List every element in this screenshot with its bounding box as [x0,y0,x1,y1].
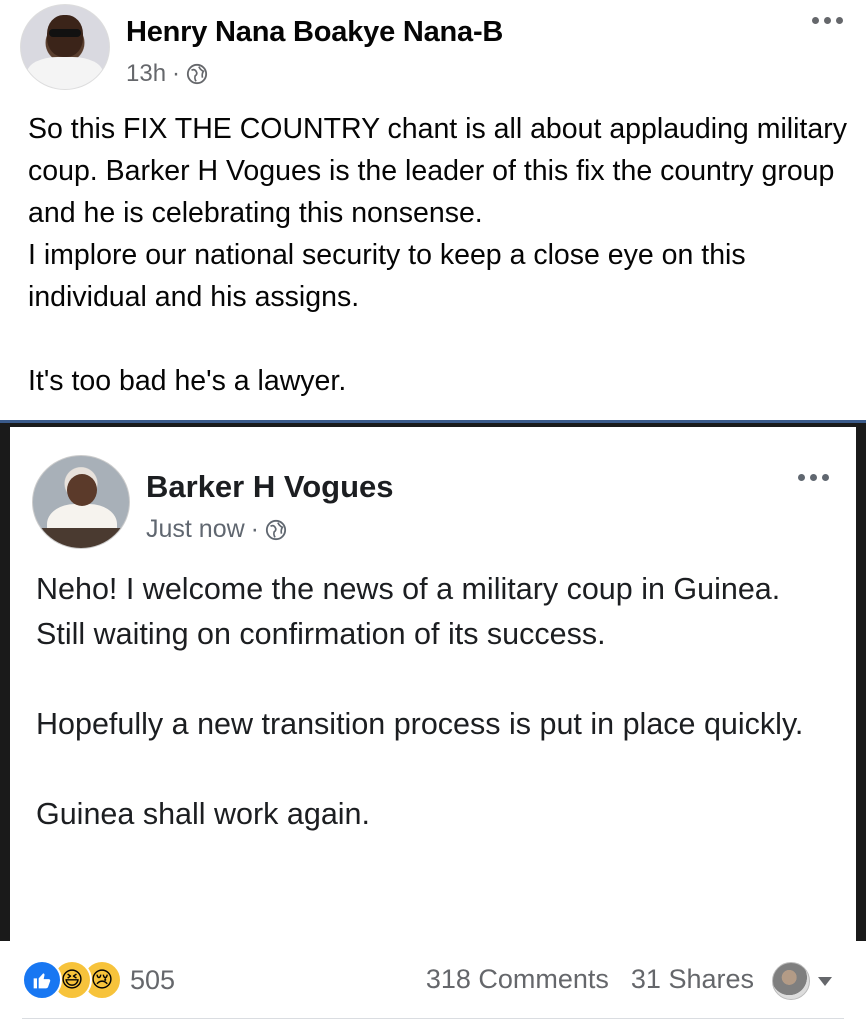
embedded-line: Still waiting on confirmation of its suc… [36,617,606,651]
post-text: So this FIX THE COUNTRY chant is all abo… [28,108,848,402]
embedded-line: Guinea shall work again. [36,797,370,831]
post-meta: 13h · [126,60,208,88]
more-options-icon[interactable] [808,10,846,30]
comments-count[interactable]: 318 Comments [426,964,609,995]
like-icon [22,960,62,1000]
shares-count[interactable]: 31 Shares [631,964,754,995]
author-name[interactable]: Henry Nana Boakye Nana-B [126,16,503,49]
embedded-text: Neho! I welcome the news of a military c… [36,567,836,837]
embedded-meta: Just now · [146,515,287,544]
reaction-count: 505 [130,964,176,995]
globe-icon [265,519,287,540]
embedded-line: Hopefully a new transition process is pu… [36,707,804,741]
post-paragraph: I implore our national security to keep … [28,239,746,313]
embedded-timestamp: Just now [146,515,245,543]
meta-separator: · [172,60,181,87]
post-paragraph: It's too bad he's a lawyer. [28,365,347,397]
viewer-avatar[interactable] [772,962,810,1000]
embedded-author-name: Barker H Vogues [146,469,394,504]
embedded-screenshot[interactable]: Barker H Vogues Just now · Neho! I welco… [0,420,866,941]
divider [22,1018,844,1019]
engagement-stats: 318 Comments 31 Shares [426,964,754,995]
globe-icon [186,63,208,85]
embedded-post: Barker H Vogues Just now · Neho! I welco… [10,427,856,941]
post-footer: 😆 😢 505 318 Comments 31 Shares [0,950,866,1010]
post-paragraph: So this FIX THE COUNTRY chant is all abo… [28,113,847,229]
embedded-author-avatar [32,455,130,549]
meta-separator: · [250,515,259,543]
author-avatar[interactable] [20,4,110,90]
embedded-more-options-icon [794,467,832,487]
reactions-summary[interactable]: 😆 😢 505 [22,960,175,1000]
embedded-line: Neho! I welcome the news of a military c… [36,572,781,606]
post-timestamp[interactable]: 13h [126,60,166,88]
chevron-down-icon[interactable] [818,977,832,986]
post-header: Henry Nana Boakye Nana-B 13h · [0,0,866,100]
